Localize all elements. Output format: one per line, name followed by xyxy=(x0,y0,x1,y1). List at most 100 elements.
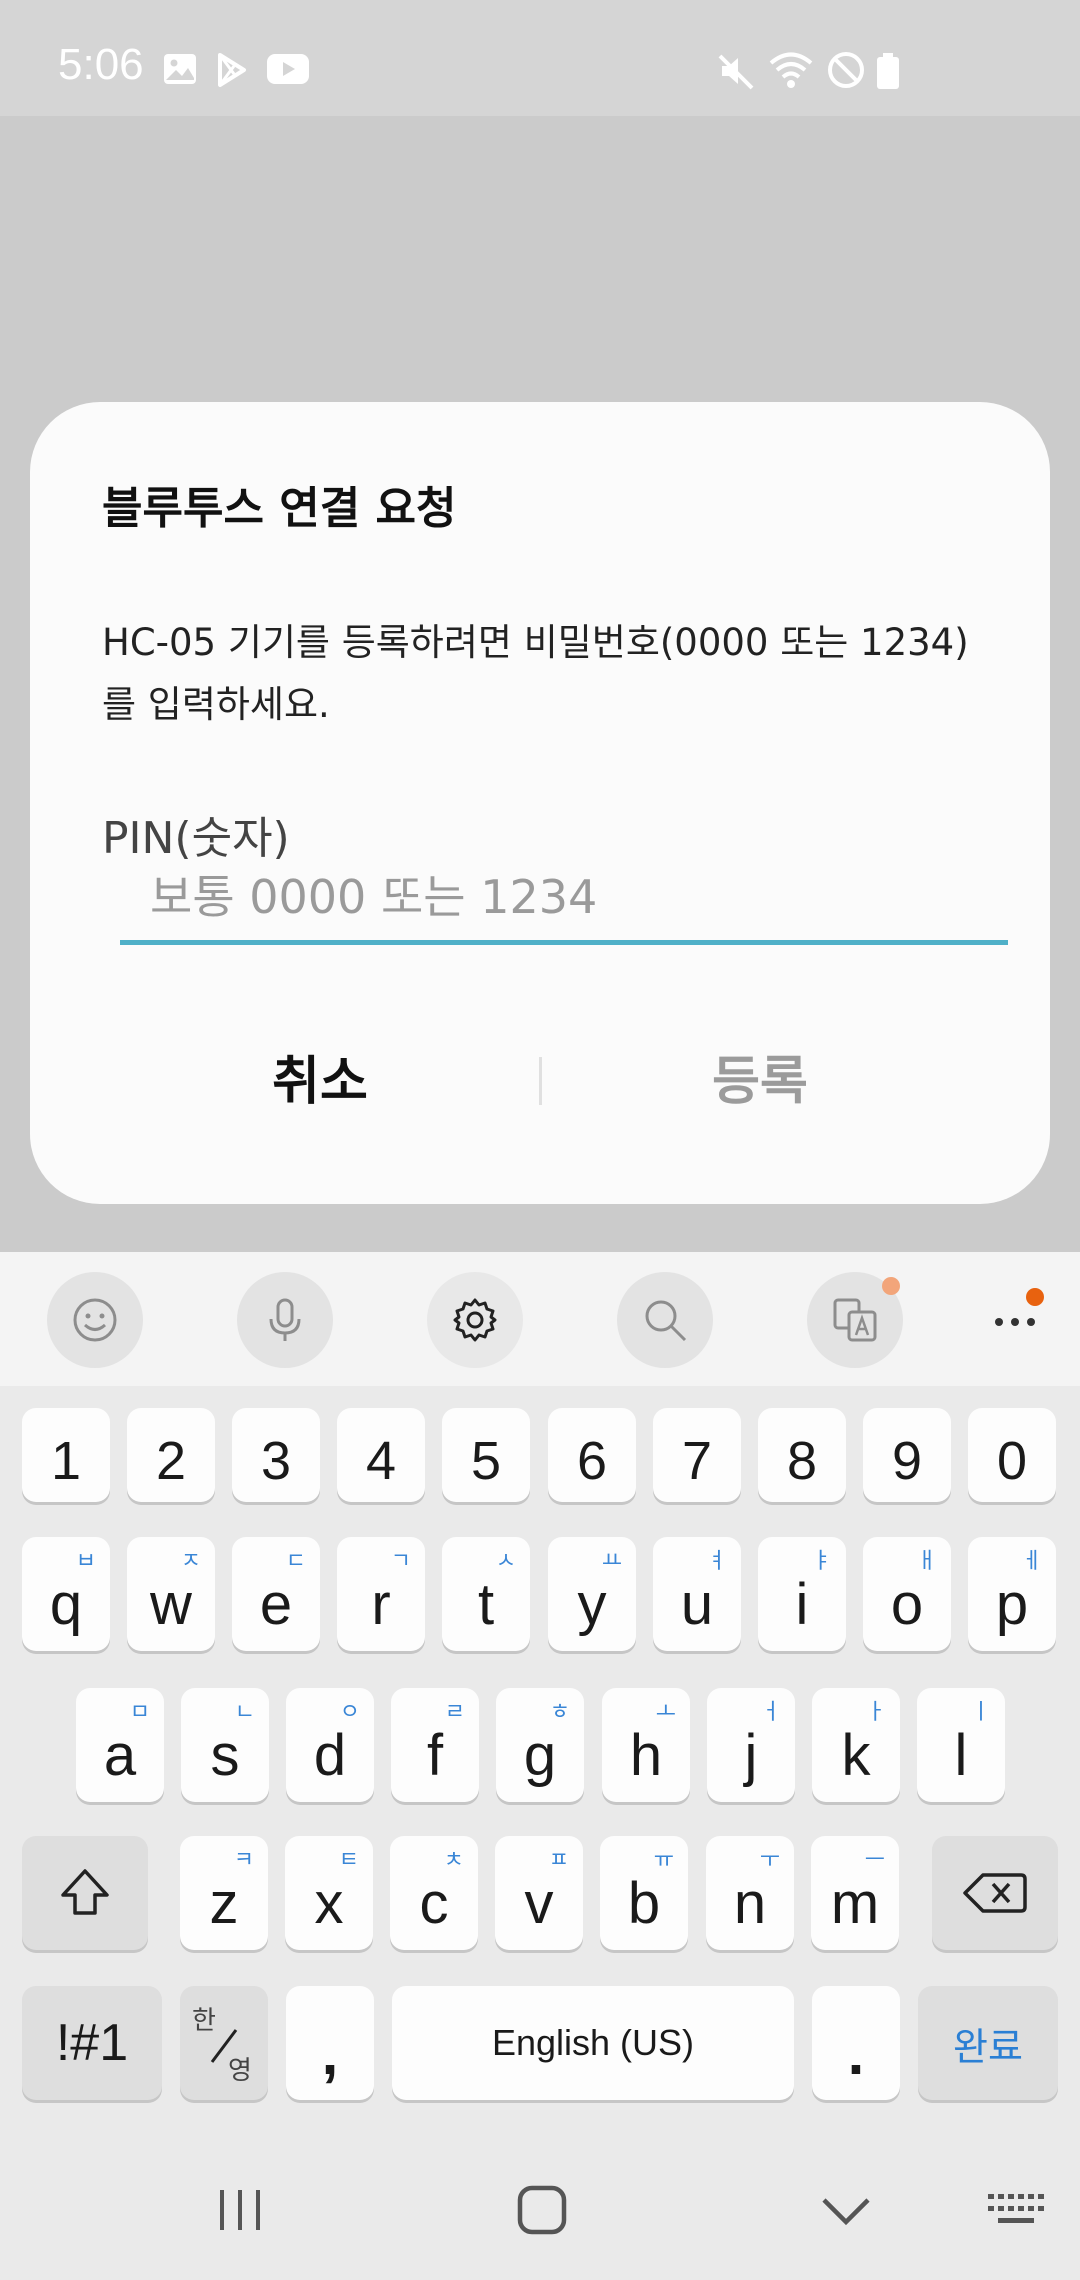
key-5-label: 5 xyxy=(470,1431,502,1491)
status-bar: 5:06 xyxy=(0,0,1080,116)
symbols-label: !#1 xyxy=(55,2014,129,2072)
period-key[interactable]: . xyxy=(812,1986,900,2100)
key-d[interactable]: dㅇ xyxy=(286,1688,374,1802)
key-l[interactable]: lㅣ xyxy=(917,1688,1005,1802)
key-k[interactable]: kㅏ xyxy=(812,1688,900,1802)
key-f-hangul-hint: ㄹ xyxy=(444,1700,465,1725)
key-p[interactable]: pㅔ xyxy=(968,1537,1056,1651)
key-y[interactable]: yㅛ xyxy=(548,1537,636,1651)
key-6[interactable]: 6 xyxy=(548,1408,636,1502)
key-q[interactable]: qㅂ xyxy=(22,1537,110,1651)
gallery-icon xyxy=(164,54,196,84)
key-g-label: g xyxy=(523,1723,557,1788)
key-d-label: d xyxy=(313,1723,347,1788)
cancel-button[interactable]: 취소 xyxy=(100,1042,540,1122)
status-time: 5:06 xyxy=(58,40,144,89)
key-9-label: 9 xyxy=(891,1431,923,1491)
shift-key[interactable] xyxy=(22,1836,148,1950)
shift-icon xyxy=(61,1869,109,1915)
key-3[interactable]: 3 xyxy=(232,1408,320,1502)
voice-input-button[interactable] xyxy=(237,1272,333,1368)
keyboard-switch-button[interactable] xyxy=(986,2190,1046,2230)
key-5[interactable]: 5 xyxy=(442,1408,530,1502)
lang-bottom-label: 영 xyxy=(228,2056,252,2086)
microphone-icon xyxy=(269,1298,301,1341)
search-button[interactable] xyxy=(617,1272,713,1368)
key-w-label: w xyxy=(150,1572,192,1637)
key-v-hangul-hint: ㅍ xyxy=(548,1848,569,1873)
youtube-icon xyxy=(267,54,309,84)
key-o-label: o xyxy=(890,1572,924,1637)
key-0[interactable]: 0 xyxy=(968,1408,1056,1502)
key-l-label: l xyxy=(954,1723,968,1788)
key-m-hangul-hint: ㅡ xyxy=(864,1848,885,1873)
space-key[interactable]: English (US) xyxy=(392,1986,794,2100)
comma-key[interactable]: , xyxy=(286,1986,374,2100)
symbols-key[interactable]: !#1 xyxy=(22,1986,162,2100)
key-b-hangul-hint: ㅠ xyxy=(653,1848,674,1873)
key-8[interactable]: 8 xyxy=(758,1408,846,1502)
key-1[interactable]: 1 xyxy=(22,1408,110,1502)
key-n-label: n xyxy=(733,1871,767,1936)
key-b[interactable]: bㅠ xyxy=(600,1836,688,1950)
key-o[interactable]: oㅐ xyxy=(863,1537,951,1651)
dialog-title: 블루투스 연결 요청 xyxy=(102,483,457,534)
key-i[interactable]: iㅑ xyxy=(758,1537,846,1651)
key-p-hangul-hint: ㅔ xyxy=(1021,1549,1042,1574)
more-options-button[interactable] xyxy=(967,1272,1063,1368)
key-s[interactable]: sㄴ xyxy=(181,1688,269,1802)
key-q-label: q xyxy=(49,1572,83,1637)
key-n[interactable]: nㅜ xyxy=(706,1836,794,1950)
key-r[interactable]: rㄱ xyxy=(337,1537,425,1651)
back-button[interactable] xyxy=(820,2194,872,2226)
key-u[interactable]: uㅕ xyxy=(653,1537,741,1651)
key-4[interactable]: 4 xyxy=(337,1408,425,1502)
key-m-label: m xyxy=(830,1871,880,1936)
key-e[interactable]: eㄷ xyxy=(232,1537,320,1651)
key-j[interactable]: jㅓ xyxy=(707,1688,795,1802)
key-h-label: h xyxy=(629,1723,663,1788)
key-z[interactable]: zㅋ xyxy=(180,1836,268,1950)
keyboard-settings-button[interactable] xyxy=(427,1272,523,1368)
translate-icon xyxy=(833,1298,877,1342)
key-h[interactable]: hㅗ xyxy=(602,1688,690,1802)
key-r-label: r xyxy=(371,1572,391,1637)
key-j-hangul-hint: ㅓ xyxy=(760,1700,781,1725)
key-a[interactable]: aㅁ xyxy=(76,1688,164,1802)
battery-icon xyxy=(877,53,899,89)
more-notification-dot xyxy=(1026,1288,1044,1306)
do-not-disturb-icon xyxy=(828,52,864,88)
key-m[interactable]: mㅡ xyxy=(811,1836,899,1950)
key-i-label: i xyxy=(795,1572,809,1637)
key-w[interactable]: wㅈ xyxy=(127,1537,215,1651)
key-o-hangul-hint: ㅐ xyxy=(916,1549,937,1574)
key-0-label: 0 xyxy=(996,1431,1028,1491)
emoji-button[interactable] xyxy=(47,1272,143,1368)
key-k-hangul-hint: ㅏ xyxy=(865,1700,886,1725)
keyboard: !#1 한 영 , English (US) . 완료 1 2 3 4 5 6 7 8 9 0 qㅂ… xyxy=(0,1252,1080,2180)
key-c[interactable]: cㅊ xyxy=(390,1836,478,1950)
key-9[interactable]: 9 xyxy=(863,1408,951,1502)
key-l-hangul-hint: ㅣ xyxy=(970,1700,991,1725)
key-v[interactable]: vㅍ xyxy=(495,1836,583,1950)
backspace-key[interactable] xyxy=(932,1836,1058,1950)
pin-input[interactable] xyxy=(120,864,1008,945)
key-2[interactable]: 2 xyxy=(127,1408,215,1502)
register-button[interactable]: 등록 xyxy=(540,1042,980,1122)
keyboard-toolbar xyxy=(0,1252,1080,1386)
key-7[interactable]: 7 xyxy=(653,1408,741,1502)
key-x[interactable]: xㅌ xyxy=(285,1836,373,1950)
key-v-label: v xyxy=(524,1871,554,1936)
recent-apps-button[interactable] xyxy=(216,2186,264,2234)
key-g[interactable]: gㅎ xyxy=(496,1688,584,1802)
home-button[interactable] xyxy=(516,2184,568,2236)
key-i-hangul-hint: ㅑ xyxy=(811,1549,832,1574)
key-t-hangul-hint: ㅅ xyxy=(495,1549,516,1574)
language-switch-key[interactable]: 한 영 xyxy=(180,1986,268,2100)
key-f[interactable]: fㄹ xyxy=(391,1688,479,1802)
key-k-label: k xyxy=(841,1723,871,1788)
done-key[interactable]: 완료 xyxy=(918,1986,1058,2100)
translate-notification-dot xyxy=(882,1277,900,1295)
key-t[interactable]: tㅅ xyxy=(442,1537,530,1651)
key-c-hangul-hint: ㅊ xyxy=(443,1848,464,1873)
